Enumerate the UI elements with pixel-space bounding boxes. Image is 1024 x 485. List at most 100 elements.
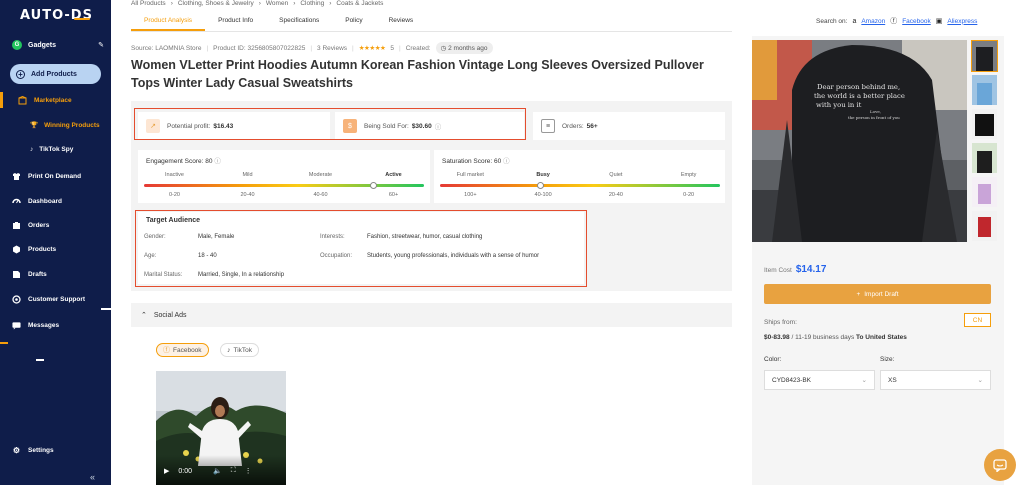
hoodie-print-line4: Love, xyxy=(870,109,881,114)
nav-tiktok-spy[interactable]: ♪ TikTok Spy xyxy=(30,146,73,153)
thumbnail[interactable] xyxy=(972,75,997,105)
fullscreen-icon[interactable]: ⛶ xyxy=(231,467,236,475)
engagement-score-card: Engagement Score: 80 ⓘ Inactive Mild Mod… xyxy=(138,150,430,203)
nav-dashboard[interactable]: Dashboard xyxy=(12,197,62,206)
tiktok-filter-chip[interactable]: ♪ TikTok xyxy=(220,343,260,357)
trophy-icon: 🏆 xyxy=(30,122,39,129)
nav-drafts[interactable]: Drafts xyxy=(12,270,47,279)
nav-customer-support[interactable]: Customer Support xyxy=(12,295,85,304)
thumbnail[interactable] xyxy=(972,109,997,139)
breadcrumb-item[interactable]: Coats & Jackets xyxy=(336,0,383,7)
facebook-link[interactable]: Facebook xyxy=(902,18,931,25)
volume-icon[interactable]: 🔈 xyxy=(213,467,222,475)
tab-product-info[interactable]: Product Info xyxy=(205,12,266,31)
tab-policy[interactable]: Policy xyxy=(332,12,375,31)
play-icon[interactable]: ▶ xyxy=(164,467,169,475)
social-ads-header[interactable]: ⌃ Social Ads xyxy=(131,303,732,327)
nav-tiktok-spy-label: TikTok Spy xyxy=(39,146,74,153)
nav-dashboard-label: Dashboard xyxy=(28,198,62,205)
size-select[interactable]: XS ⌄ xyxy=(880,370,991,390)
engagement-range: 60+ xyxy=(388,192,399,198)
thumbnail-image xyxy=(972,211,997,241)
chevron-right-icon: › xyxy=(258,0,261,7)
item-cost-value: $14.17 xyxy=(795,264,827,275)
thumbnail[interactable] xyxy=(972,177,997,207)
engagement-gauge-knob xyxy=(370,182,378,189)
pencil-icon[interactable]: ✎ xyxy=(98,41,104,49)
separator: | xyxy=(310,44,313,52)
item-cost-label: Item Cost xyxy=(764,267,792,274)
nav-winning-products-label: Winning Products xyxy=(44,121,100,129)
shipping-destination: To United States xyxy=(856,334,907,341)
thumbnail[interactable] xyxy=(971,40,998,72)
gear-icon: ⚙ xyxy=(12,446,21,455)
info-icon[interactable]: ⓘ xyxy=(214,158,221,165)
chevron-down-icon: ⌄ xyxy=(977,377,983,384)
import-draft-button[interactable]: + Import Draft xyxy=(764,284,991,304)
breadcrumb-item[interactable]: Women xyxy=(266,0,288,7)
shipping-price: $0-83.98 xyxy=(764,334,790,341)
video-time: 0:00 xyxy=(178,468,193,475)
ad-video[interactable]: ▶ 0:00 🔈 ⛶ ⋮ xyxy=(156,371,286,485)
nav-messages[interactable]: Messages xyxy=(12,321,59,330)
shipping-days: / 11-19 business days xyxy=(791,334,855,341)
source-store: Source: LAOMNIA Store xyxy=(131,44,202,52)
saturation-range: 0-20 xyxy=(683,192,695,198)
thumbnail[interactable] xyxy=(972,143,997,173)
engagement-ranges: 0-20 20-40 40-60 60+ xyxy=(138,192,430,198)
video-controls: ▶ 0:00 🔈 ⛶ ⋮ xyxy=(156,455,286,485)
saturation-gauge-knob xyxy=(537,182,545,189)
nav-settings[interactable]: ⚙ Settings xyxy=(12,446,54,455)
thumbnail[interactable] xyxy=(972,211,997,241)
chevron-right-icon: › xyxy=(329,0,332,7)
engagement-level: Moderate xyxy=(308,172,333,178)
nav-marketplace[interactable]: Marketplace xyxy=(18,96,72,105)
breadcrumb-item[interactable]: Clothing xyxy=(300,0,324,7)
info-icon[interactable]: ⓘ xyxy=(503,158,510,165)
plus-icon: + xyxy=(856,290,861,298)
breadcrumb-item[interactable]: Clothing, Shoes & Jewelry xyxy=(178,0,254,7)
product-main-image[interactable]: Dear person behind me, the world is a be… xyxy=(752,40,967,242)
add-products-button[interactable]: + Add Products xyxy=(10,64,101,84)
chevron-up-icon: ⌃ xyxy=(141,312,147,319)
rating-value: 5 xyxy=(390,44,394,52)
collapse-sidebar-icon[interactable]: « xyxy=(90,472,95,482)
tab-specifications[interactable]: Specifications xyxy=(266,12,332,31)
nav-settings-label: Settings xyxy=(28,447,54,454)
chat-icon xyxy=(993,458,1007,472)
facebook-filter-chip[interactable]: ⓕ Facebook xyxy=(156,343,209,357)
engagement-level: Inactive xyxy=(165,172,184,178)
saturation-gauge xyxy=(440,184,720,187)
social-ads-title: Social Ads xyxy=(153,311,187,319)
aliexpress-link[interactable]: Aliexpress xyxy=(947,18,977,25)
nav-winning-products[interactable]: 🏆 Winning Products xyxy=(30,121,100,130)
chat-button[interactable] xyxy=(984,449,1016,481)
ships-from-cn-button[interactable]: CN xyxy=(964,313,991,327)
chevron-right-icon: › xyxy=(170,0,173,7)
saturation-level: Empty xyxy=(680,172,697,178)
tab-product-analysis[interactable]: Product Analysis xyxy=(131,12,206,31)
ships-from-label: Ships from: xyxy=(764,319,797,326)
thumbnail-image xyxy=(972,75,997,105)
saturation-score-title: Saturation Score: 60 ⓘ xyxy=(442,155,510,165)
store-selector[interactable]: G Gadgets ✎ xyxy=(12,39,104,51)
facebook-chip-label: Facebook xyxy=(173,346,202,354)
nav-orders[interactable]: Orders xyxy=(12,221,49,230)
amazon-link[interactable]: Amazon xyxy=(861,18,885,25)
autods-logo[interactable]: AUTO-DS xyxy=(20,8,93,23)
separator: | xyxy=(206,44,209,52)
clock-icon: ◷ xyxy=(440,45,447,52)
breadcrumb-item[interactable]: All Products xyxy=(131,0,166,7)
thumbnail-image xyxy=(972,177,997,207)
separator: | xyxy=(398,44,401,52)
tab-reviews[interactable]: Reviews xyxy=(376,12,427,31)
messages-icon xyxy=(12,321,21,330)
shipping-info: $0-83.98 / 11-19 business days To United… xyxy=(764,334,907,341)
products-icon xyxy=(12,245,21,254)
nav-products[interactable]: Products xyxy=(12,245,56,254)
color-select[interactable]: CYD8423-BK ⌄ xyxy=(764,370,875,390)
sidebar-marker xyxy=(0,342,8,344)
nav-print-on-demand[interactable]: Print On Demand xyxy=(12,172,81,181)
more-icon[interactable]: ⋮ xyxy=(245,467,252,475)
created-value: 2 months ago xyxy=(448,45,488,52)
